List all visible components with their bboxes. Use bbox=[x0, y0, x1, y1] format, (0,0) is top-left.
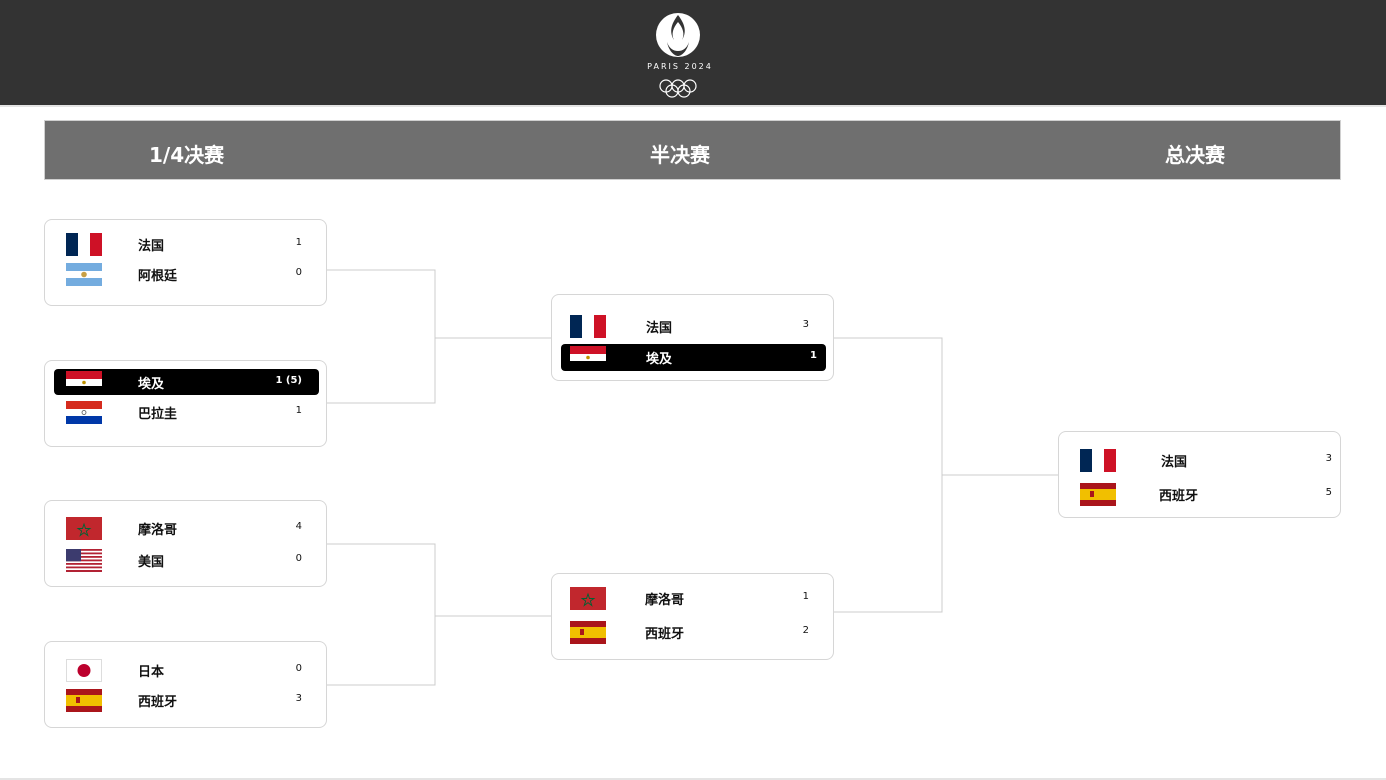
team-row[interactable]: 巴拉圭 1 bbox=[54, 399, 319, 425]
paraguay-flag-icon bbox=[66, 401, 102, 424]
team-name: 日本 bbox=[138, 665, 165, 680]
team-row[interactable]: 西班牙 3 bbox=[54, 687, 319, 713]
stage-label-final: 总决赛 bbox=[1165, 143, 1225, 167]
logo-text: PARIS 2024 bbox=[647, 62, 713, 71]
semifinal-match-2[interactable]: 摩洛哥 1 西班牙 2 bbox=[551, 573, 834, 660]
japan-flag-icon bbox=[66, 659, 102, 682]
spain-flag-icon bbox=[66, 689, 102, 712]
team-name: 埃及 bbox=[138, 377, 165, 392]
egypt-flag-icon bbox=[570, 346, 606, 369]
spain-flag-icon bbox=[570, 621, 606, 644]
team-score: 2 bbox=[802, 625, 809, 636]
team-name: 美国 bbox=[138, 555, 165, 570]
team-name: 摩洛哥 bbox=[645, 593, 685, 608]
team-name: 西班牙 bbox=[1159, 489, 1199, 504]
team-score: 0 bbox=[295, 663, 302, 674]
team-score: 3 bbox=[1325, 453, 1332, 464]
usa-flag-icon bbox=[66, 549, 102, 572]
quarterfinal-match-2[interactable]: 埃及 1 (5) 巴拉圭 1 bbox=[44, 360, 327, 447]
france-flag-icon bbox=[66, 233, 102, 256]
france-flag-icon bbox=[570, 315, 606, 338]
team-score: 0 bbox=[295, 267, 302, 278]
team-row[interactable]: 西班牙 5 bbox=[1068, 481, 1333, 507]
team-row[interactable]: 摩洛哥 4 bbox=[54, 515, 319, 541]
morocco-flag-icon bbox=[66, 517, 102, 540]
team-row[interactable]: 阿根廷 0 bbox=[54, 261, 319, 287]
egypt-flag-icon bbox=[66, 371, 102, 394]
team-row[interactable]: 摩洛哥 1 bbox=[561, 585, 826, 611]
team-name: 埃及 bbox=[646, 352, 673, 367]
team-score: 1 bbox=[295, 237, 302, 248]
team-row-highlighted[interactable]: 埃及 1 (5) bbox=[54, 369, 319, 395]
paris-2024-logo: PARIS 2024 bbox=[641, 12, 719, 98]
team-score: 1 (5) bbox=[275, 375, 302, 386]
quarterfinal-match-4[interactable]: 日本 0 西班牙 3 bbox=[44, 641, 327, 728]
team-name: 阿根廷 bbox=[138, 269, 178, 284]
team-name: 法国 bbox=[138, 239, 165, 254]
team-row[interactable]: 日本 0 bbox=[54, 657, 319, 683]
team-score: 1 bbox=[295, 405, 302, 416]
quarterfinal-match-1[interactable]: 法国 1 阿根廷 0 bbox=[44, 219, 327, 306]
stage-label-semifinal: 半决赛 bbox=[650, 143, 710, 167]
semifinal-match-1[interactable]: 法国 3 埃及 1 bbox=[551, 294, 834, 381]
team-row[interactable]: 美国 0 bbox=[54, 547, 319, 573]
team-name: 巴拉圭 bbox=[138, 407, 178, 422]
spain-flag-icon bbox=[1080, 483, 1116, 506]
header-bar: PARIS 2024 bbox=[0, 0, 1386, 107]
team-row[interactable]: 法国 3 bbox=[561, 313, 826, 339]
bracket-page: PARIS 2024 1/4决赛 半决赛 总决赛 法国 1 阿根廷 0 埃及 1… bbox=[0, 0, 1386, 780]
team-score: 0 bbox=[295, 553, 302, 564]
team-row[interactable]: 法国 1 bbox=[54, 231, 319, 257]
argentina-flag-icon bbox=[66, 263, 102, 286]
team-row[interactable]: 西班牙 2 bbox=[561, 619, 826, 645]
olympic-flame-icon bbox=[656, 13, 700, 98]
team-name: 法国 bbox=[646, 321, 673, 336]
team-name: 西班牙 bbox=[645, 627, 685, 642]
france-flag-icon bbox=[1080, 449, 1116, 472]
team-score: 4 bbox=[295, 521, 302, 532]
team-name: 法国 bbox=[1161, 455, 1188, 470]
stage-header-bar: 1/4决赛 半决赛 总决赛 bbox=[44, 120, 1341, 180]
team-row-highlighted[interactable]: 埃及 1 bbox=[561, 344, 826, 371]
team-name: 西班牙 bbox=[138, 695, 178, 710]
team-score: 5 bbox=[1325, 487, 1332, 498]
team-score: 1 bbox=[810, 350, 817, 361]
final-match[interactable]: 法国 3 西班牙 5 bbox=[1058, 431, 1341, 518]
quarterfinal-match-3[interactable]: 摩洛哥 4 美国 0 bbox=[44, 500, 327, 587]
morocco-flag-icon bbox=[570, 587, 606, 610]
team-row[interactable]: 法国 3 bbox=[1068, 447, 1333, 473]
team-score: 3 bbox=[802, 319, 809, 330]
team-score: 1 bbox=[802, 591, 809, 602]
team-name: 摩洛哥 bbox=[138, 523, 178, 538]
stage-label-quarterfinal: 1/4决赛 bbox=[149, 143, 225, 167]
team-score: 3 bbox=[295, 693, 302, 704]
